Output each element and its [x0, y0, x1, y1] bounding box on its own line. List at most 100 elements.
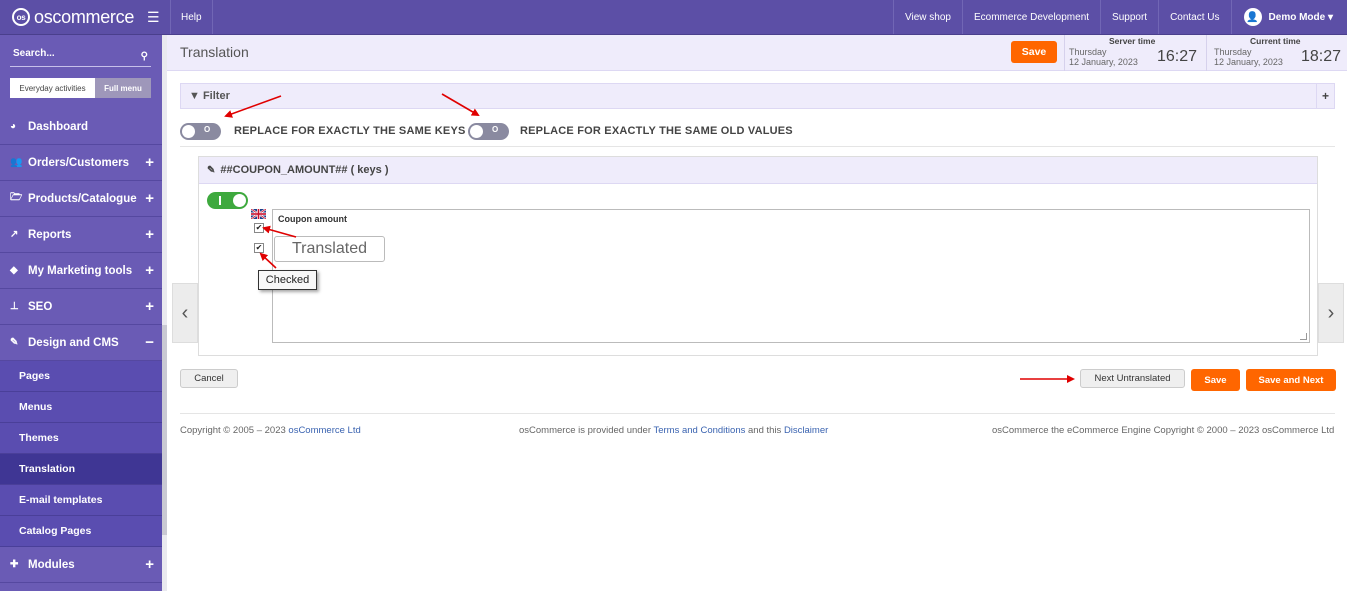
filter-expand-icon[interactable]: +	[1316, 84, 1334, 108]
resize-handle[interactable]	[1300, 333, 1307, 340]
sidebar-item-modules[interactable]: ✚ Modules +	[0, 547, 162, 583]
footer-terms: osCommerce is provided under Terms and C…	[519, 425, 828, 436]
expand-icon[interactable]: +	[145, 556, 154, 573]
save-button[interactable]: Save	[1191, 369, 1240, 391]
disclaimer-link[interactable]: Disclaimer	[784, 425, 828, 436]
contact-us-link[interactable]: Contact Us	[1158, 0, 1230, 34]
search-icon[interactable]: ⚲	[141, 51, 148, 62]
view-shop-link[interactable]: View shop	[893, 0, 962, 34]
footer-terms-text: osCommerce is provided under	[519, 425, 654, 436]
header-save-button[interactable]: Save	[1011, 41, 1057, 63]
current-day: Thursday	[1214, 47, 1252, 57]
sidebar-sub-email-templates[interactable]: E-mail templates	[0, 485, 162, 516]
expand-icon[interactable]: +	[145, 298, 154, 315]
expand-icon[interactable]: +	[145, 190, 154, 207]
scrollbar-thumb[interactable]	[162, 325, 167, 535]
top-spacer	[213, 0, 893, 34]
footer-copyright-text: Copyright © 2005 – 2023	[180, 425, 289, 436]
ecommerce-development-link[interactable]: Ecommerce Development	[961, 0, 1100, 34]
sidebar-item-dashboard[interactable]: ◕ Dashboard	[0, 109, 162, 145]
sidebar-sub-themes[interactable]: Themes	[0, 423, 162, 454]
help-link[interactable]: Help	[170, 0, 213, 34]
top-bar: os oscommerce ☰ Help View shop Ecommerce…	[0, 0, 1347, 35]
cancel-button[interactable]: Cancel	[180, 369, 238, 388]
full-menu-button[interactable]: Full menu	[95, 78, 151, 98]
previous-arrow-button[interactable]: ‹	[172, 283, 198, 343]
sidebar-item-marketing-tools[interactable]: ◆ My Marketing tools +	[0, 253, 162, 289]
toggle-off-text: O	[492, 125, 499, 134]
server-day: Thursday	[1069, 47, 1107, 57]
sidebar-sub-menus[interactable]: Menus	[0, 392, 162, 423]
tag-icon: ◆	[10, 265, 18, 276]
user-menu[interactable]: 👤 Demo Mode ▾	[1230, 0, 1347, 34]
chevron-left-icon: ‹	[181, 301, 189, 324]
translation-textarea[interactable]: Coupon amount Translated	[272, 209, 1310, 343]
next-arrow-button[interactable]: ›	[1318, 283, 1344, 343]
expand-icon[interactable]: +	[145, 262, 154, 279]
translated-callout: Translated	[274, 236, 385, 262]
sidebar-sub-pages[interactable]: Pages	[0, 361, 162, 392]
sidebar-item-label: Modules	[28, 558, 75, 571]
sidebar-sub-translation[interactable]: Translation	[0, 454, 162, 485]
next-untranslated-button[interactable]: Next Untranslated	[1080, 369, 1185, 388]
sitemap-icon: ⊥	[10, 301, 19, 312]
terms-link[interactable]: Terms and Conditions	[653, 425, 745, 436]
replace-keys-toggle[interactable]: O	[180, 123, 221, 140]
logo[interactable]: os oscommerce ☰	[0, 0, 170, 34]
replace-keys-label: REPLACE FOR EXACTLY THE SAME KEYS	[234, 125, 466, 137]
filter-text: Filter	[202, 90, 230, 102]
sidebar-item-seo[interactable]: ⊥ SEO +	[0, 289, 162, 325]
footer-divider	[180, 413, 1335, 414]
everyday-activities-button[interactable]: Everyday activities	[10, 78, 95, 98]
sidebar-item-products-catalogue[interactable]: 🗁 Products/Catalogue +	[0, 181, 162, 217]
server-time-date: Thursday 12 January, 2023	[1069, 47, 1138, 67]
sidebar-item-label: SEO	[28, 300, 53, 313]
pencil-icon: ✎	[207, 164, 216, 176]
filter-icon: ▼	[189, 90, 203, 102]
hamburger-menu-icon[interactable]: ☰	[147, 9, 160, 26]
sidebar-scrollbar[interactable]	[162, 35, 167, 591]
filter-label: ▼ Filter	[189, 90, 230, 102]
menu-mode-toggle: Everyday activities Full menu	[10, 78, 151, 98]
server-time-label: Server time	[1109, 36, 1156, 46]
toggle-knob	[182, 125, 195, 138]
sidebar-item-label: Orders/Customers	[28, 156, 129, 169]
enable-translation-toggle[interactable]	[207, 192, 248, 209]
field-label: Coupon amount	[278, 214, 347, 224]
toggle-on-mark	[219, 196, 221, 205]
expand-icon[interactable]: +	[145, 154, 154, 171]
translation-card: ✎ ##COUPON_AMOUNT## ( keys ) ✔ ✔ Coupon …	[198, 156, 1318, 356]
replace-values-label: REPLACE FOR EXACTLY THE SAME OLD VALUES	[520, 125, 793, 137]
current-time-date: Thursday 12 January, 2023	[1214, 47, 1283, 67]
collapse-icon[interactable]: −	[145, 334, 154, 351]
chevron-right-icon: ›	[1327, 301, 1335, 324]
page-title: Translation	[180, 44, 249, 60]
sidebar-item-orders-customers[interactable]: 👥 Orders/Customers +	[0, 145, 162, 181]
server-clock: 16:27	[1157, 48, 1198, 65]
sidebar-item-reports[interactable]: ↗ Reports +	[0, 217, 162, 253]
save-and-next-button[interactable]: Save and Next	[1246, 369, 1336, 391]
page-header: Translation Save Server time Thursday 12…	[167, 35, 1347, 71]
uk-flag-icon	[251, 209, 266, 219]
current-clock: 18:27	[1301, 48, 1342, 65]
sidebar-item-label: Products/Catalogue	[28, 192, 137, 205]
checked-checkbox[interactable]: ✔	[254, 243, 264, 253]
footer-and-text: and this	[745, 425, 784, 436]
toggle-off-text: O	[204, 125, 211, 134]
sidebar-item-label: Reports	[28, 228, 72, 241]
translated-checkbox[interactable]: ✔	[254, 223, 264, 233]
filter-bar[interactable]: ▼ Filter +	[180, 83, 1335, 109]
divider	[180, 146, 1335, 147]
sidebar-search-input[interactable]: Search... ⚲	[10, 45, 151, 67]
sidebar-item-label: Design and CMS	[28, 336, 119, 349]
logo-mark-icon: os	[12, 8, 30, 26]
sidebar-sub-catalog-pages[interactable]: Catalog Pages	[0, 516, 162, 547]
sidebar-item-design-cms[interactable]: ✎ Design and CMS −	[0, 325, 162, 361]
current-time: Current time Thursday 12 January, 2023 1…	[1206, 35, 1347, 71]
oscommerce-ltd-link[interactable]: osCommerce Ltd	[288, 425, 360, 436]
expand-icon[interactable]: +	[145, 226, 154, 243]
support-link[interactable]: Support	[1100, 0, 1158, 34]
puzzle-icon: ✚	[10, 559, 19, 570]
server-time: Server time Thursday 12 January, 2023 16…	[1064, 35, 1206, 71]
replace-values-toggle[interactable]: O	[468, 123, 509, 140]
